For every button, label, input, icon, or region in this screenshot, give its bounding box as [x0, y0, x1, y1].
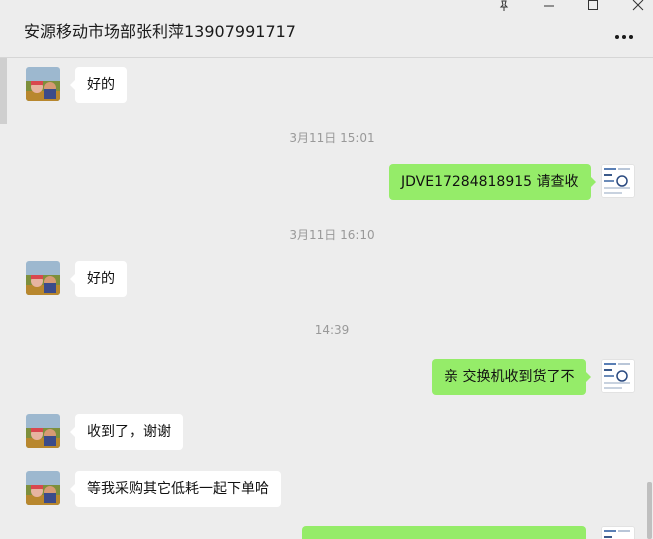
- message-bubble-sent[interactable]: [302, 526, 586, 539]
- message-bubble-received[interactable]: 好的: [70, 67, 127, 103]
- scrollbar[interactable]: [647, 482, 652, 539]
- contact-avatar[interactable]: [26, 471, 60, 505]
- left-panel-edge: [0, 58, 7, 124]
- my-avatar[interactable]: [601, 526, 635, 539]
- contact-avatar[interactable]: [26, 261, 60, 295]
- chat-window: 安源移动市场部张利萍13907991717 好的 3月11日 15:01 JDV…: [0, 0, 653, 539]
- timestamp: 14:39: [314, 323, 350, 337]
- message-bubble-received[interactable]: 等我采购其它低耗一起下单哈: [70, 471, 281, 507]
- timestamp: 3月11日 16:10: [289, 228, 375, 242]
- contact-avatar[interactable]: [26, 67, 60, 101]
- maximize-icon[interactable]: [581, 0, 605, 12]
- contact-avatar[interactable]: [26, 414, 60, 448]
- message-bubble-sent[interactable]: 亲 交换机收到货了不: [432, 359, 592, 395]
- chat-title: 安源移动市场部张利萍13907991717: [24, 22, 296, 41]
- timestamp: 3月11日 15:01: [289, 131, 375, 145]
- close-icon[interactable]: [626, 0, 650, 12]
- more-dots-icon[interactable]: [612, 28, 638, 46]
- title-divider: [0, 57, 653, 58]
- title-bar: 安源移动市场部张利萍13907991717: [0, 0, 653, 57]
- pin-icon[interactable]: [492, 0, 516, 12]
- my-avatar[interactable]: [601, 359, 635, 393]
- my-avatar[interactable]: [601, 164, 635, 198]
- message-bubble-sent[interactable]: JDVE17284818915 请查收: [389, 164, 596, 200]
- message-bubble-received[interactable]: 收到了，谢谢: [70, 414, 183, 450]
- minimize-icon[interactable]: [537, 0, 561, 12]
- message-bubble-received[interactable]: 好的: [70, 261, 127, 297]
